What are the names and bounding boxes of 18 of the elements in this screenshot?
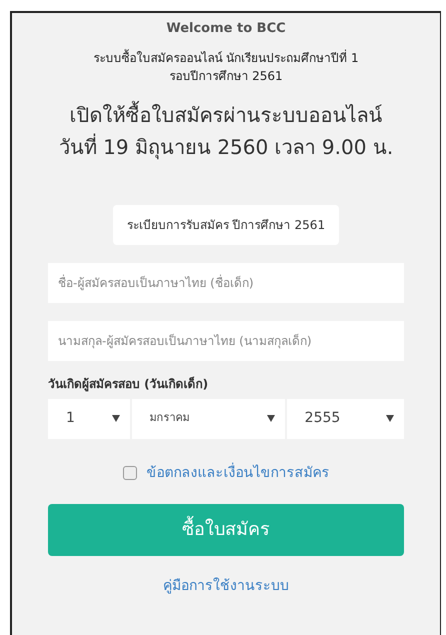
manual-link[interactable]: คู่มือการใช้งานระบบ	[163, 576, 289, 596]
rules-button[interactable]: ระเบียบการรับสมัคร ปีการศึกษา 2561	[112, 204, 340, 244]
terms-link[interactable]: ข้อตกลงและเงื่อนไขการสมัคร	[146, 462, 330, 484]
last-name-field[interactable]: นามสกุล-ผู้สมัครสอบเป็นภาษาไทย (นามสกุลเด็ก)	[48, 320, 404, 360]
terms-checkbox[interactable]	[122, 466, 136, 480]
caret-icon	[386, 415, 394, 422]
caret-icon	[112, 415, 120, 422]
birthdate-label: วันเกิดผู้สมัครสอบ (วันเกิดเด็ก)	[48, 376, 210, 392]
caret-icon	[266, 415, 275, 422]
birthdate-select[interactable]: 2555	[286, 398, 404, 438]
subtitle-line: ระบบซื้อใบสมัครออนไลน์ นักเรียนประถมศึกษาปีที่ 1	[93, 48, 359, 66]
birthdate-select[interactable]: 1	[48, 398, 130, 438]
subtitle-line: รอบปีการศึกษา 2561	[169, 68, 283, 84]
headline-line: เปิดให้ซื้อใบสมัครผ่านระบบออนไลน์	[69, 100, 382, 128]
birthdate-select[interactable]: มกราคม	[132, 398, 285, 438]
welcome-title: Welcome to BCC	[166, 20, 286, 38]
headline-line: วันที่ 19 มิถุนายน 2560 เวลา 9.00 น.	[58, 132, 394, 162]
first-name-field[interactable]: ชื่อ-ผู้สมัครสอบเป็นภาษาไทย (ชื่อเด็ก)	[48, 262, 404, 302]
